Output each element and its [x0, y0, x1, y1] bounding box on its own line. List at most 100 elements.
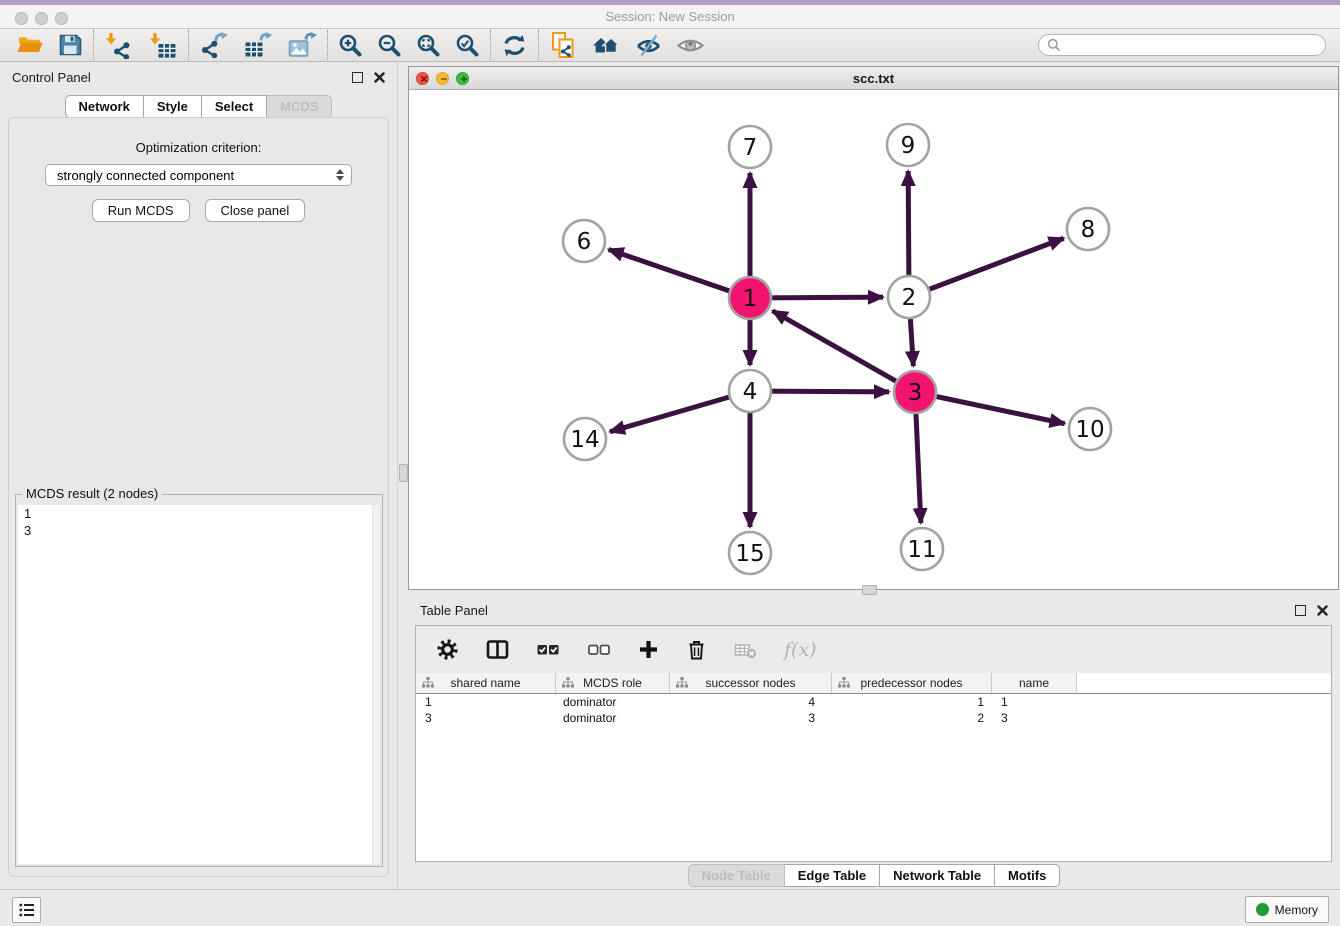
float-panel-icon[interactable]	[352, 72, 363, 83]
tab-motifs[interactable]: Motifs	[995, 864, 1060, 887]
header-filler	[1077, 673, 1331, 693]
table-cell[interactable]: 1	[992, 695, 1077, 709]
column-header-shared-name[interactable]: shared name	[416, 673, 556, 693]
graph-node-label: 4	[743, 379, 758, 405]
clone-network-icon[interactable]	[549, 31, 577, 59]
graph-edge-3-1[interactable]	[773, 311, 915, 392]
application-window: Session: New Session	[0, 0, 1340, 926]
hierarchy-icon	[838, 677, 850, 688]
export-network-icon[interactable]	[199, 32, 229, 59]
search-box[interactable]	[1038, 34, 1326, 56]
column-header-name[interactable]: name	[992, 673, 1077, 693]
table-cell[interactable]: 3	[992, 711, 1077, 725]
show-panel-icon[interactable]	[676, 33, 705, 58]
column-header-predecessor-nodes[interactable]: predecessor nodes	[832, 673, 992, 693]
criterion-select[interactable]: strongly connected component	[45, 164, 352, 186]
close-panel-icon[interactable]	[374, 72, 385, 83]
graph-node-label: 11	[907, 537, 936, 563]
column-view-icon[interactable]	[486, 639, 509, 660]
table-cell[interactable]: dominator	[556, 711, 670, 725]
search-icon	[1047, 38, 1061, 52]
result-scrollbar[interactable]	[372, 505, 380, 864]
import-table-icon[interactable]	[148, 32, 178, 59]
zoom-in-icon[interactable]	[338, 33, 363, 58]
gear-icon[interactable]	[436, 638, 459, 661]
column-header-label: predecessor nodes	[860, 676, 962, 690]
toolbar-separator	[538, 30, 539, 60]
table-divider-handle[interactable]	[862, 585, 877, 595]
zoom-selected-icon[interactable]	[455, 33, 480, 58]
table-cell[interactable]: 3	[416, 711, 556, 725]
tab-network-table[interactable]: Network Table	[880, 864, 995, 887]
graph-edge-3-10[interactable]	[915, 392, 1065, 424]
network-view-title: scc.txt	[409, 71, 1338, 86]
graph-node-label: 2	[902, 285, 917, 311]
mcds-result-groupbox: MCDS result (2 nodes) 13	[15, 494, 383, 867]
result-line: 1	[18, 505, 380, 522]
select-all-icon[interactable]	[536, 639, 560, 660]
float-table-panel-icon[interactable]	[1295, 605, 1306, 616]
mcds-result-list[interactable]: 13	[18, 505, 380, 864]
panel-divider-handle[interactable]	[399, 464, 408, 482]
tab-select[interactable]: Select	[202, 95, 267, 118]
graph-edge-2-8[interactable]	[909, 238, 1064, 297]
graph-edge-1-6[interactable]	[609, 249, 750, 298]
table-cell[interactable]: dominator	[556, 695, 670, 709]
import-network-icon[interactable]	[104, 32, 134, 59]
graph-node-label: 6	[577, 229, 592, 255]
open-folder-icon[interactable]	[16, 33, 44, 57]
export-table-icon[interactable]	[243, 32, 273, 59]
optimization-criterion-label: Optimization criterion:	[9, 140, 388, 155]
table-header-row: shared name MCDS role successor nodes prede…	[416, 673, 1331, 694]
column-header-label: MCDS role	[583, 676, 642, 690]
tab-node-table[interactable]: Node Table	[688, 864, 785, 887]
table-cell[interactable]: 2	[832, 711, 992, 725]
zoom-fit-icon[interactable]	[416, 33, 441, 58]
network-window-titlebar[interactable]: scc.txt	[409, 67, 1338, 90]
column-header-MCDS-role[interactable]: MCDS role	[556, 673, 670, 693]
table-cell[interactable]: 3	[670, 711, 832, 725]
table-row[interactable]: 3dominator323	[416, 710, 1331, 726]
table-cell[interactable]: 1	[832, 695, 992, 709]
graph-node-label: 7	[743, 135, 758, 161]
column-header-label: name	[1019, 676, 1049, 690]
tab-style[interactable]: Style	[144, 95, 202, 118]
table-cell[interactable]: 1	[416, 695, 556, 709]
table-row[interactable]: 1dominator411	[416, 694, 1331, 710]
status-bar: Memory	[0, 889, 1340, 926]
memory-label: Memory	[1275, 903, 1318, 917]
mcds-panel: Optimization criterion: strongly connect…	[8, 117, 389, 877]
close-panel-button[interactable]: Close panel	[205, 199, 306, 222]
tab-edge-table[interactable]: Edge Table	[785, 864, 880, 887]
run-mcds-button[interactable]: Run MCDS	[92, 199, 190, 222]
hide-panel-icon[interactable]	[635, 33, 662, 58]
search-input[interactable]	[1066, 37, 1317, 53]
task-history-button[interactable]	[12, 897, 41, 923]
tab-mcds[interactable]: MCDS	[267, 95, 332, 118]
save-session-icon[interactable]	[58, 33, 83, 57]
graph-node-label: 10	[1075, 417, 1104, 443]
delete-column-icon[interactable]	[686, 638, 707, 661]
table-tabs: Node TableEdge TableNetwork TableMotifs	[408, 864, 1340, 887]
network-canvas[interactable]: 7968124314101511	[409, 90, 1338, 590]
select-chevrons-icon	[336, 169, 344, 181]
criterion-value: strongly connected component	[57, 168, 234, 183]
export-image-icon[interactable]	[287, 32, 317, 59]
zoom-out-icon[interactable]	[377, 33, 402, 58]
graph-node-label: 8	[1081, 217, 1096, 243]
hierarchy-icon	[562, 677, 574, 688]
add-column-icon[interactable]	[638, 639, 659, 660]
mcds-result-title: MCDS result (2 nodes)	[22, 486, 162, 501]
column-header-successor-nodes[interactable]: successor nodes	[670, 673, 832, 693]
refresh-icon[interactable]	[501, 33, 528, 58]
close-table-panel-icon[interactable]	[1317, 605, 1328, 616]
deselect-all-icon[interactable]	[587, 639, 611, 660]
home-icon[interactable]	[591, 33, 621, 58]
table-panel-title: Table Panel	[420, 603, 488, 618]
memory-button[interactable]: Memory	[1245, 896, 1329, 923]
graph-node-label: 14	[570, 427, 599, 453]
table-cell[interactable]: 4	[670, 695, 832, 709]
table-panel: Table Panel	[408, 595, 1340, 890]
tab-network[interactable]: Network	[65, 95, 144, 118]
table-toolbar: f(x)	[416, 626, 1331, 673]
